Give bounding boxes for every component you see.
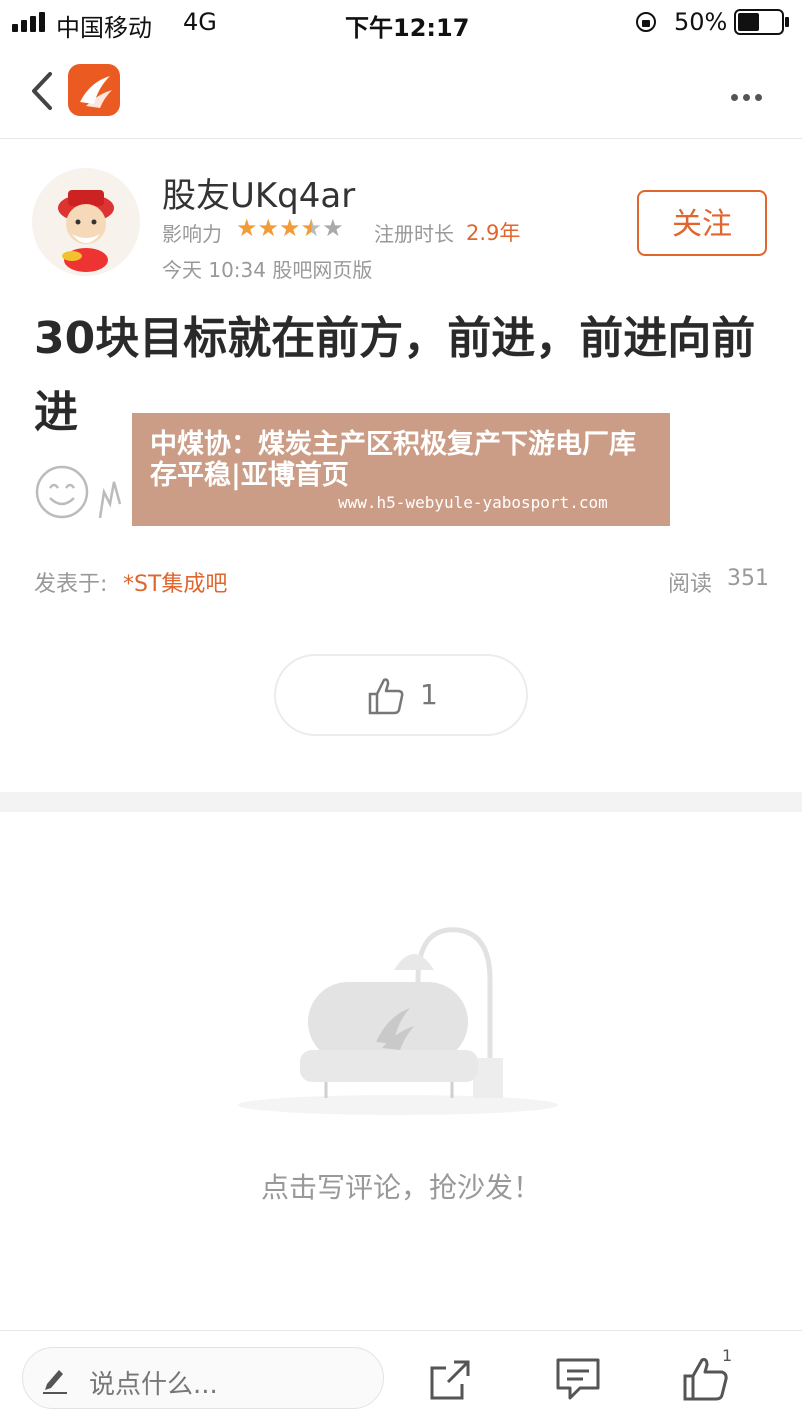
more-button[interactable] bbox=[726, 86, 762, 105]
like-count: 1 bbox=[420, 678, 438, 711]
follow-button[interactable]: 关注 bbox=[637, 190, 767, 256]
empty-sofa-illustration bbox=[238, 927, 558, 1115]
star-icon: ★ bbox=[257, 214, 280, 242]
back-icon[interactable] bbox=[28, 70, 56, 112]
app-logo[interactable] bbox=[68, 64, 120, 116]
status-bar: 中国移动 4G 下午12:17 50% bbox=[0, 0, 802, 44]
carrier-label: 中国移动 bbox=[56, 14, 152, 42]
influence-rating: ★★★★★ bbox=[236, 214, 344, 242]
nav-bar bbox=[0, 44, 802, 139]
reg-value: 2.9年 bbox=[466, 221, 521, 245]
influence-label: 影响力 bbox=[162, 222, 222, 246]
more-dot-icon bbox=[743, 94, 750, 101]
star-icon: ★ bbox=[236, 214, 258, 242]
signal-icon bbox=[12, 12, 45, 32]
ad-overlay-banner[interactable]: 中煤协：煤炭主产区积极复产下游电厂库存平稳|亚博首页 www.h5-webyul… bbox=[132, 413, 670, 526]
peace-emoji-icon bbox=[98, 481, 122, 519]
avatar[interactable] bbox=[32, 168, 140, 276]
pencil-icon bbox=[43, 1370, 67, 1394]
posted-label: 发表于: bbox=[34, 572, 108, 597]
post-meta: 今天 10:34 股吧网页版 bbox=[162, 258, 373, 282]
like-button[interactable]: 1 bbox=[274, 654, 528, 736]
thumbs-up-icon bbox=[368, 678, 404, 715]
guba-logo-icon bbox=[80, 76, 112, 108]
overlay-url[interactable]: www.h5-webyule-yabosport.com bbox=[338, 493, 608, 512]
star-icon: ★ bbox=[279, 214, 301, 242]
overlay-headline: 中煤协：煤炭主产区积极复产下游电厂库存平稳|亚博首页 bbox=[150, 429, 636, 491]
author-name[interactable]: 股友UKq4ar bbox=[162, 168, 355, 217]
read-count: 351 bbox=[727, 566, 769, 591]
forum-link[interactable]: *ST集成吧 bbox=[123, 566, 227, 598]
more-dot-icon bbox=[731, 94, 738, 101]
read-label: 阅读 bbox=[668, 572, 713, 597]
rotation-lock-icon bbox=[636, 12, 656, 32]
battery-percent: 50% bbox=[674, 8, 728, 36]
comment-icon[interactable] bbox=[554, 1356, 602, 1402]
share-icon[interactable] bbox=[428, 1358, 472, 1402]
empty-comments-text[interactable]: 点击写评论，抢沙发！ bbox=[0, 1166, 802, 1206]
avatar-god-of-wealth-icon bbox=[58, 190, 114, 272]
clock: 下午12:17 bbox=[345, 14, 470, 42]
battery-icon bbox=[734, 9, 789, 35]
network-label: 4G bbox=[183, 8, 217, 36]
reg-label: 注册时长 bbox=[374, 222, 454, 246]
comment-input[interactable]: 说点什么... bbox=[22, 1347, 384, 1409]
smile-emoji-icon bbox=[35, 465, 89, 519]
more-dot-icon bbox=[755, 94, 762, 101]
star-empty-icon: ★ bbox=[322, 214, 344, 242]
star-half-icon: ★ bbox=[300, 214, 323, 242]
section-divider bbox=[0, 792, 802, 812]
comment-placeholder: 说点什么... bbox=[89, 1370, 218, 1400]
like-badge: 1 bbox=[722, 1346, 733, 1365]
